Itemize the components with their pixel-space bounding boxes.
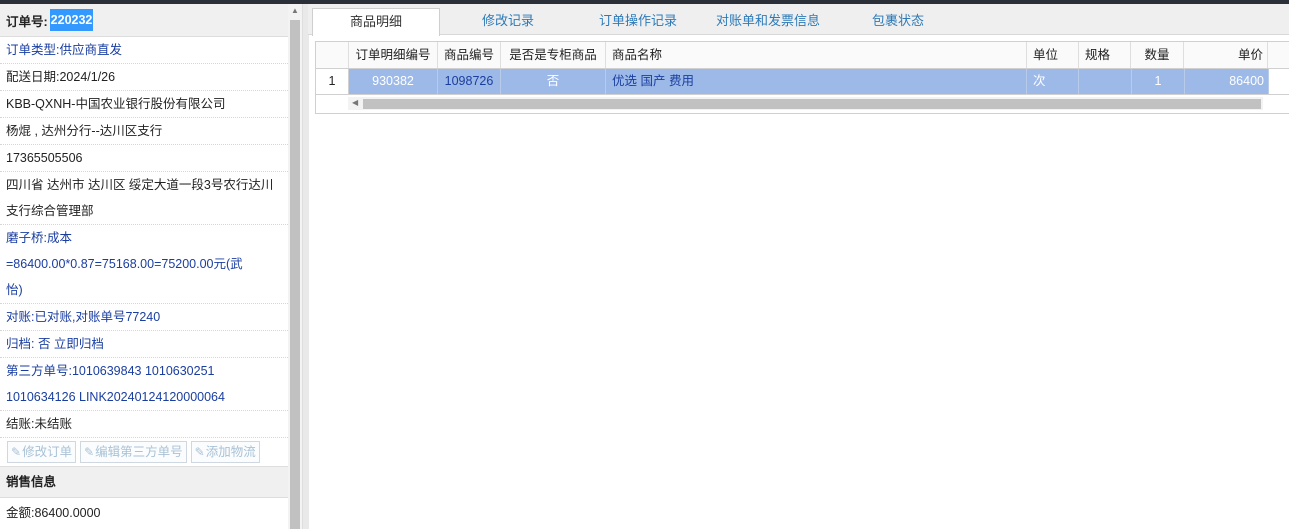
grid-header-index [316,42,349,68]
edit-third-party-label: 编辑第三方单号 [95,445,183,459]
order-number-label: 订单号: [6,14,48,29]
edit-order-button[interactable]: ✎ 修改订单 [7,441,77,463]
add-logistics-button[interactable]: ✎ 添加物流 [190,441,260,463]
scroll-left-icon[interactable]: ◀ [352,98,358,107]
action-buttons: ✎ 修改订单 ✎ 编辑第三方单号 ✎ 添加物流 [0,438,288,467]
col-detail-no[interactable]: 订单明细编号 [349,42,438,68]
contact-phone: 17365505506 [0,145,288,172]
scrollbar-thumb[interactable] [290,20,300,529]
scroll-up-icon[interactable]: ▲ [291,6,299,15]
grid-header: 订单明细编号 商品编号 是否是专柜商品 商品名称 单位 规格 数量 单价 [316,42,1289,69]
detail-panel: 商品明细 修改记录 订单操作记录 对账单和发票信息 包裹状态 订单明细编号 商品… [308,4,1289,529]
sales-amount: 金额:86400.0000 [6,506,101,520]
tab-order-operation-log[interactable]: 订单操作记录 [580,8,696,34]
edit-third-party-button[interactable]: ✎ 编辑第三方单号 [80,441,187,463]
col-product-no[interactable]: 商品编号 [438,42,501,68]
settle-status: 结账:未结账 [0,411,288,438]
tab-package-status[interactable]: 包裹状态 [848,8,948,34]
col-exclusive[interactable]: 是否是专柜商品 [501,42,606,68]
order-number-value[interactable]: 220232 [49,9,94,31]
cell-product-name[interactable]: 优选 国产 费用 [606,69,1027,94]
col-product-name[interactable]: 商品名称 [606,42,1027,68]
cell-qty[interactable]: 1 [1132,69,1185,94]
row-index: 1 [316,69,349,94]
cost-note-line-1: 磨子桥:成本 [6,231,72,245]
add-logistics-label: 添加物流 [205,445,256,459]
cell-price[interactable]: 86400 [1185,69,1269,94]
reconcile-status: 对账:已对账,对账单号77240 [0,304,288,331]
customer-company: KBB-QXNH-中国农业银行股份有限公司 [0,91,288,118]
third-party-number-line-1: 第三方单号:1010639843 1010630251 [6,364,215,378]
cell-detail-no[interactable]: 930382 [349,69,438,94]
col-qty[interactable]: 数量 [1131,42,1184,68]
cell-spec[interactable] [1079,69,1132,94]
tab-bar: 商品明细 修改记录 订单操作记录 对账单和发票信息 包裹状态 [308,4,1289,36]
tab-change-log[interactable]: 修改记录 [458,8,558,34]
cell-exclusive[interactable]: 否 [501,69,606,94]
order-info-panel: 订单号: 220232 订单类型:供应商直发 配送日期:2024/1/26 KB… [0,4,288,529]
edit-icon: ✎ [194,445,205,459]
tab-product-details[interactable]: 商品明细 [312,8,440,36]
edit-order-label: 修改订单 [22,445,73,459]
col-unit[interactable]: 单位 [1027,42,1079,68]
cell-unit[interactable]: 次 [1027,69,1079,94]
cost-note-line-3: 怡) [0,277,288,304]
scrollbar-thumb[interactable] [363,99,1261,109]
cell-product-no[interactable]: 1098726 [438,69,501,94]
col-price[interactable]: 单价 [1184,42,1268,68]
col-spec[interactable]: 规格 [1079,42,1131,68]
delivery-date: 配送日期:2024/1/26 [0,64,288,91]
third-party-number-line-2: 1010634126 LINK20240124120000064 [0,384,288,411]
cost-note-line-2: =86400.00*0.87=75168.00=75200.00元(武 [6,257,243,271]
contact-person: 杨焜 , 达州分行--达川区支行 [0,118,288,145]
tab-reconcile-invoice[interactable]: 对账单和发票信息 [706,8,830,34]
table-row[interactable]: 1 930382 1098726 否 优选 国产 费用 次 1 86400 [316,69,1289,95]
left-panel-scrollbar[interactable]: ▲ [288,4,302,529]
product-detail-grid: 订单明细编号 商品编号 是否是专柜商品 商品名称 单位 规格 数量 单价 1 9… [315,41,1289,114]
address-line-2: 支行综合管理部 [0,198,288,225]
order-number-header: 订单号: 220232 [0,4,288,37]
address-line-1: 四川省 达州市 达川区 绥定大道一段3号农行达川 [6,178,274,192]
order-type: 订单类型:供应商直发 [0,37,288,64]
edit-icon: ✎ [11,445,22,459]
sales-info-title: 销售信息 [0,467,288,498]
edit-icon: ✎ [84,445,95,459]
grid-horizontal-scrollbar[interactable]: ◀ [348,97,1263,110]
archive-status: 归档: 否 立即归档 [0,331,288,358]
